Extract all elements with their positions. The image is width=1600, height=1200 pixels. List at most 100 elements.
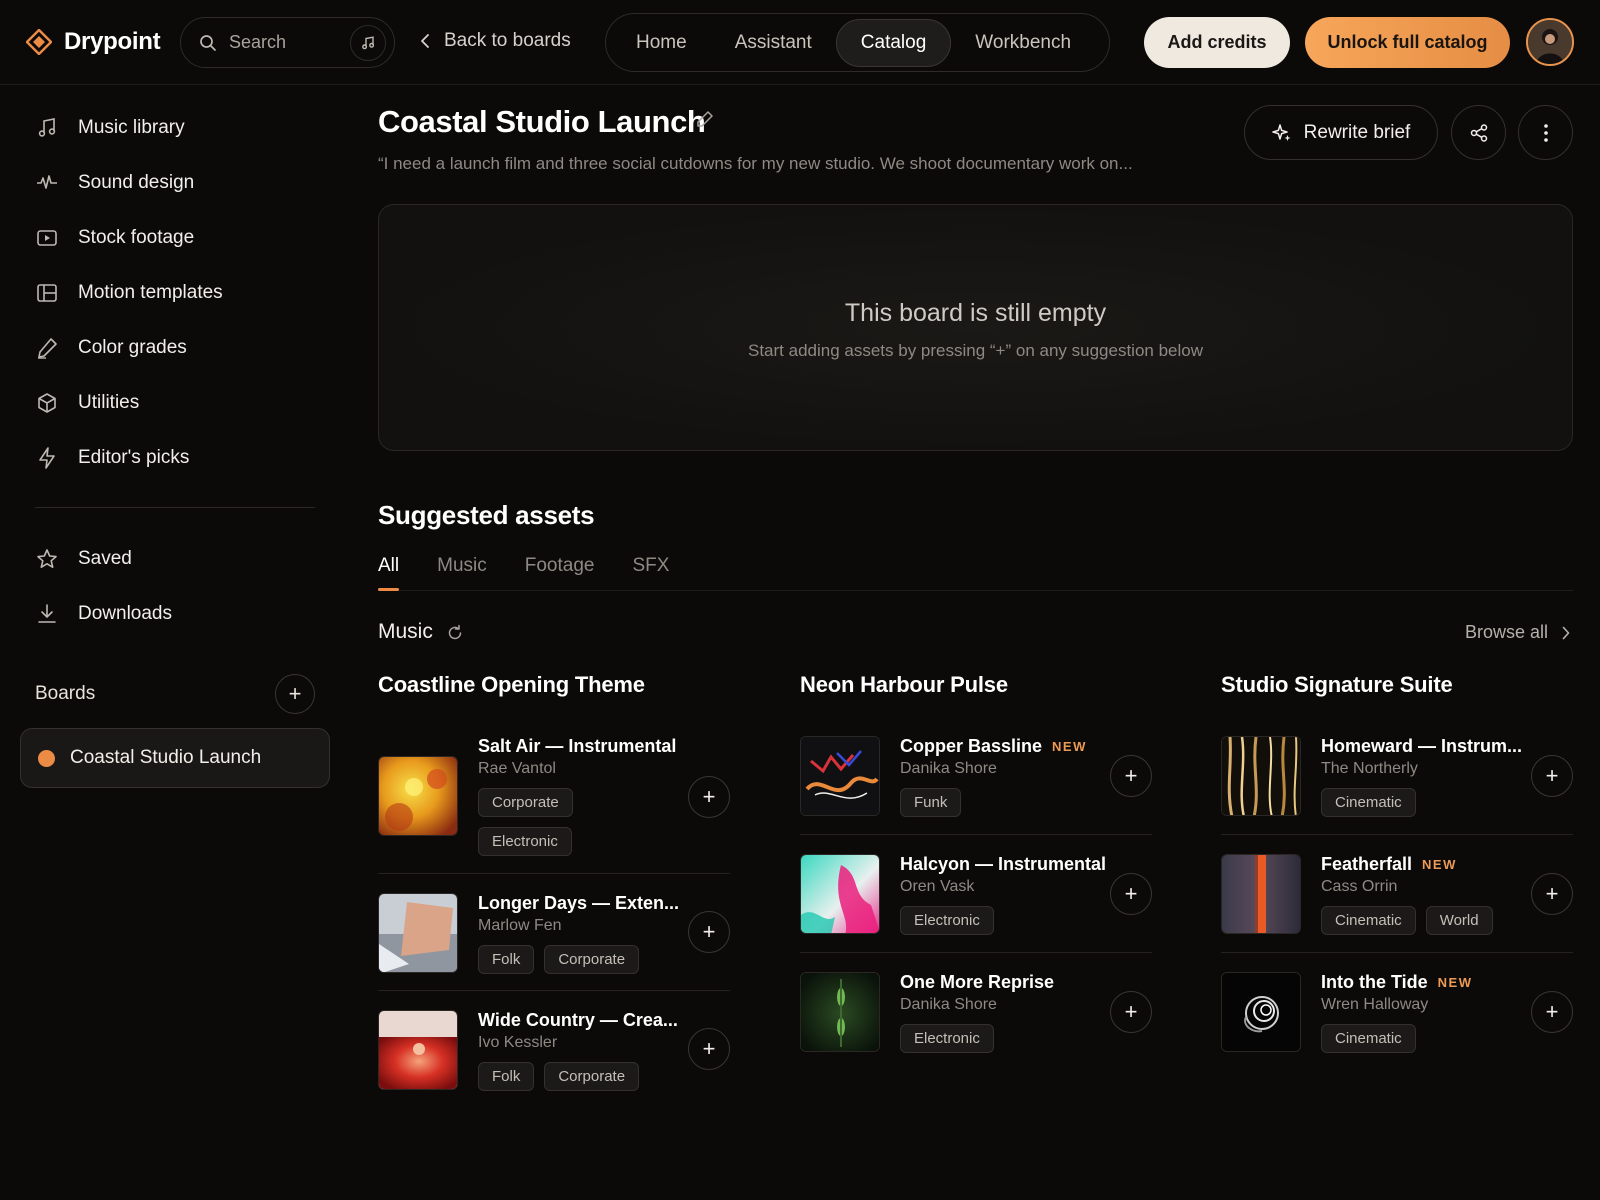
plus-icon: +: [1124, 881, 1138, 906]
track-artist: Danika Shore: [900, 996, 997, 1013]
add-track-button[interactable]: +: [1531, 755, 1573, 797]
sidebar-item-label: Color grades: [78, 337, 187, 358]
nav-tab-home[interactable]: Home: [612, 20, 711, 66]
track-name: Copper Bassline NEW: [900, 736, 1087, 757]
add-track-button[interactable]: +: [688, 776, 730, 818]
more-options-button[interactable]: [1518, 105, 1573, 160]
empty-board-panel: This board is still empty Start adding a…: [378, 204, 1573, 451]
track-artwork: [1221, 736, 1301, 816]
genre-tag[interactable]: Corporate: [544, 1062, 640, 1091]
artwork-image: [1222, 973, 1300, 1051]
board-brief: “I need a launch film and three social c…: [378, 154, 1133, 173]
sidebar-item-sound-design[interactable]: Sound design: [36, 172, 194, 194]
sidebar-item-editors-picks[interactable]: Editor's picks: [36, 447, 189, 469]
track-name: Featherfall NEW: [1321, 854, 1457, 875]
track-name: Homeward — Instrum...: [1321, 736, 1532, 757]
sidebar-item-label: Downloads: [78, 603, 172, 624]
track-tags: Electronic: [900, 1024, 1090, 1053]
track-row[interactable]: Wide Country — Crea... Ivo Kessler Folk …: [378, 1010, 730, 1128]
tab-footage[interactable]: Footage: [525, 555, 595, 577]
genre-tag[interactable]: Funk: [900, 788, 962, 817]
add-credits-button[interactable]: Add credits: [1144, 17, 1290, 68]
refresh-icon[interactable]: [446, 624, 464, 642]
add-track-button[interactable]: +: [1110, 755, 1152, 797]
artwork-image: [379, 894, 457, 972]
browse-all-link[interactable]: Browse all: [1465, 622, 1570, 643]
search-box[interactable]: [180, 17, 395, 68]
user-avatar[interactable]: [1526, 18, 1574, 66]
track-row[interactable]: Featherfall NEW Cass Orrin Cinematic Worl…: [1221, 854, 1573, 972]
board-item-active[interactable]: Coastal Studio Launch: [20, 728, 330, 788]
track-tags: Corporate Electronic: [478, 788, 668, 856]
artwork-image: [801, 973, 879, 1051]
sidebar-item-saved[interactable]: Saved: [36, 548, 132, 570]
track-title: Homeward — Instrum...: [1321, 736, 1523, 756]
add-track-button[interactable]: +: [1531, 991, 1573, 1033]
add-track-button[interactable]: +: [1531, 873, 1573, 915]
nav-tab-assistant[interactable]: Assistant: [711, 20, 836, 66]
add-board-button[interactable]: +: [275, 674, 315, 714]
genre-tag[interactable]: Electronic: [900, 1024, 994, 1053]
track-artwork: [378, 1010, 458, 1090]
browse-all-label: Browse all: [1465, 622, 1549, 642]
genre-tag[interactable]: Cinematic: [1321, 1024, 1416, 1053]
suggested-assets-title: Suggested assets: [378, 500, 595, 530]
genre-tag[interactable]: Folk: [478, 945, 535, 974]
track-title: Into the Tide: [1321, 972, 1428, 992]
sidebar-item-color-grades[interactable]: Color grades: [36, 337, 187, 359]
track-row[interactable]: Halcyon — Instrumental Oren Vask Electro…: [800, 854, 1152, 972]
genre-tag[interactable]: World: [1425, 906, 1493, 935]
sidebar-item-utilities[interactable]: Utilities: [36, 392, 139, 414]
plus-icon: +: [1545, 999, 1559, 1024]
genre-tag[interactable]: Electronic: [900, 906, 994, 935]
edit-pencil-icon[interactable]: [696, 110, 714, 128]
add-track-button[interactable]: +: [688, 911, 730, 953]
unlock-catalog-button[interactable]: Unlock full catalog: [1305, 17, 1510, 68]
track-row[interactable]: Salt Air — Instrumental Rae Vantol Corpo…: [378, 736, 730, 856]
rewrite-brief-button[interactable]: Rewrite brief: [1244, 105, 1438, 160]
track-tags: Cinematic: [1321, 1024, 1511, 1053]
genre-tag[interactable]: Cinematic: [1321, 906, 1416, 935]
cube-icon: [38, 393, 56, 413]
track-row[interactable]: Longer Days — Exten... Marlow Fen Folk C…: [378, 893, 730, 1011]
share-button[interactable]: [1451, 105, 1506, 160]
genre-tag[interactable]: Electronic: [478, 827, 572, 856]
track-row[interactable]: One More Reprise Danika Shore Electronic…: [800, 972, 1152, 1090]
music-search-button[interactable]: [350, 25, 386, 61]
add-track-button[interactable]: +: [1110, 873, 1152, 915]
add-track-button[interactable]: +: [1110, 991, 1152, 1033]
tabs-divider: [378, 590, 1573, 591]
sidebar-item-motion-templates[interactable]: Motion templates: [36, 282, 223, 304]
app-logo[interactable]: Drypoint: [26, 28, 161, 56]
nav-tab-catalog[interactable]: Catalog: [835, 18, 952, 67]
tab-sfx[interactable]: SFX: [632, 555, 669, 577]
track-artist: Ivo Kessler: [478, 1034, 558, 1051]
track-row[interactable]: Copper Bassline NEW Danika Shore Funk +: [800, 736, 1152, 854]
genre-tag[interactable]: Corporate: [544, 945, 640, 974]
genre-tag[interactable]: Folk: [478, 1062, 535, 1091]
tab-music[interactable]: Music: [437, 555, 487, 577]
track-row[interactable]: Into the Tide NEW Wren Halloway Cinematic…: [1221, 972, 1573, 1090]
pen-icon: [38, 338, 57, 359]
sidebar-item-music-library[interactable]: Music library: [36, 117, 185, 139]
layout-icon: [37, 284, 57, 302]
plus-icon: +: [1545, 881, 1559, 906]
sidebar-item-stock-footage[interactable]: Stock footage: [36, 227, 194, 249]
search-input[interactable]: [229, 32, 339, 53]
track-row[interactable]: Homeward — Instrum... The Northerly Cine…: [1221, 736, 1573, 854]
track-name: Longer Days — Exten...: [478, 893, 689, 914]
sidebar-item-downloads[interactable]: Downloads: [36, 603, 172, 625]
add-track-button[interactable]: +: [688, 1028, 730, 1070]
playlist-title: Neon Harbour Pulse: [800, 672, 1008, 697]
nav-tab-workbench[interactable]: Workbench: [951, 20, 1095, 66]
sparkle-icon: [1271, 123, 1291, 141]
track-tags: Folk Corporate: [478, 1062, 668, 1091]
boards-label: Boards: [35, 683, 96, 704]
genre-tag[interactable]: Corporate: [478, 788, 573, 817]
track-name: Salt Air — Instrumental: [478, 736, 686, 757]
artwork-image: [1222, 737, 1300, 815]
genre-tag[interactable]: Cinematic: [1321, 788, 1416, 817]
track-artist: Cass Orrin: [1321, 878, 1398, 895]
back-to-boards-link[interactable]: Back to boards: [420, 30, 571, 52]
tab-all[interactable]: All: [378, 555, 399, 577]
